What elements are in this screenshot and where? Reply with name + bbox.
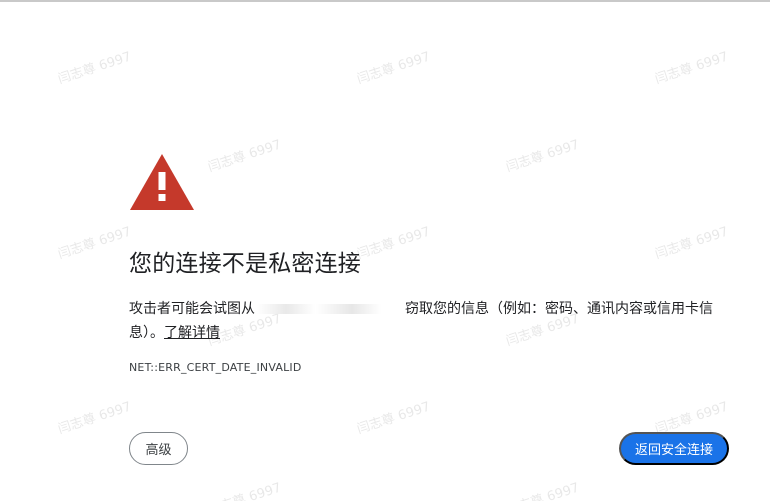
error-description: 攻击者可能会试图从 窃取您的信息（例如：密码、通讯内容或信用卡信息）。了解详情 bbox=[129, 297, 725, 345]
watermark: 闫志尊 6997 bbox=[56, 49, 134, 88]
warning-triangle-icon bbox=[130, 154, 194, 210]
back-to-safety-button[interactable]: 返回安全连接 bbox=[619, 432, 729, 465]
top-divider bbox=[0, 0, 770, 2]
redacted-hostname bbox=[257, 304, 403, 314]
page-title: 您的连接不是私密连接 bbox=[129, 251, 361, 277]
ssl-error-page: 闫志尊 6997 闫志尊 6997 闫志尊 6997 闫志尊 6997 闫志尊 … bbox=[0, 0, 770, 501]
error-content: 您的连接不是私密连接 攻击者可能会试图从 窃取您的信息（例如：密码、通讯内容或信用… bbox=[129, 153, 729, 374]
watermark: 闫志尊 6997 bbox=[56, 224, 134, 263]
watermark: 闫志尊 6997 bbox=[355, 49, 433, 88]
watermark: 闫志尊 6997 bbox=[206, 480, 284, 501]
watermark: 闫志尊 6997 bbox=[504, 480, 582, 501]
watermark: 闫志尊 6997 bbox=[56, 399, 134, 438]
learn-more-link[interactable]: 了解详情 bbox=[164, 325, 220, 341]
error-code: NET::ERR_CERT_DATE_INVALID bbox=[129, 361, 302, 374]
description-text-before: 攻击者可能会试图从 bbox=[129, 301, 255, 317]
watermark: 闫志尊 6997 bbox=[653, 49, 731, 88]
watermark: 闫志尊 6997 bbox=[355, 399, 433, 438]
advanced-button[interactable]: 高级 bbox=[129, 432, 188, 465]
